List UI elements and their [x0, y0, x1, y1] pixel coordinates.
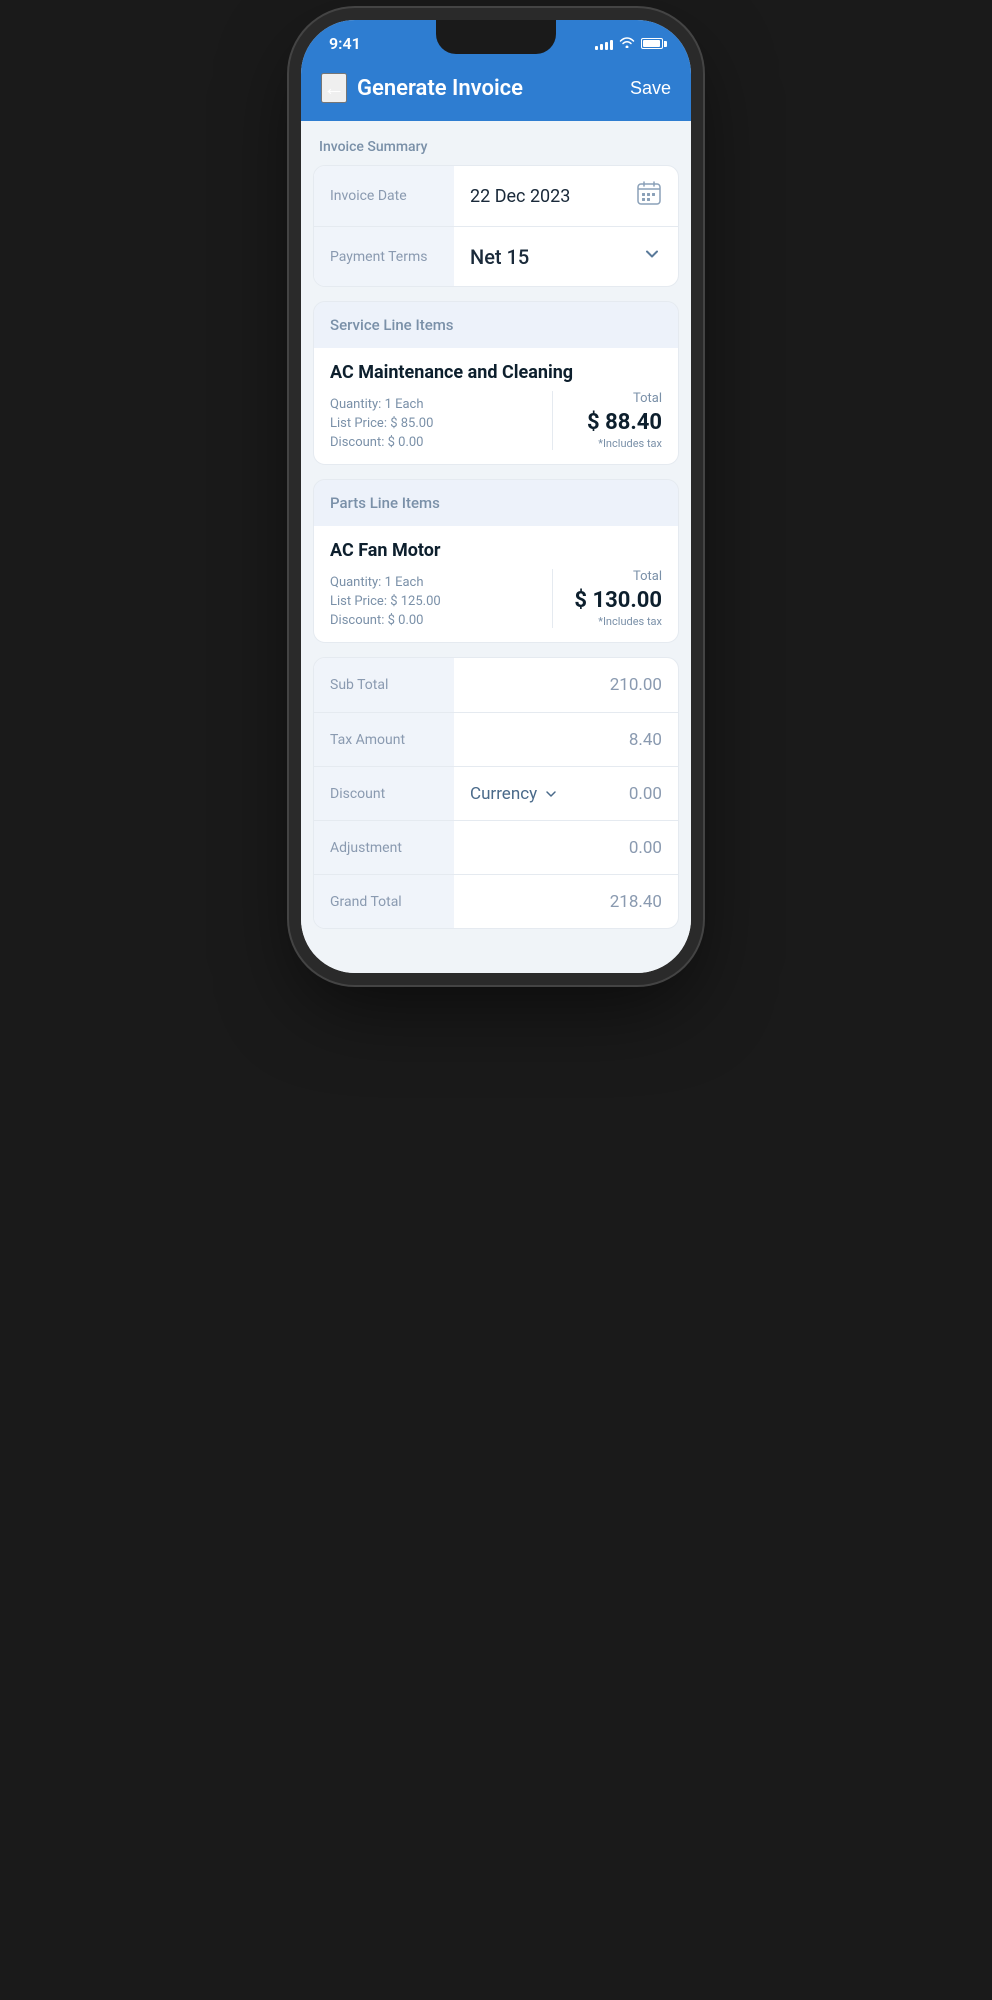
- payment-terms-value-container[interactable]: Net 15: [454, 230, 678, 283]
- currency-dropdown[interactable]: Currency: [470, 784, 559, 804]
- adjustment-row: Adjustment 0.00: [314, 820, 678, 874]
- discount-label: Discount: [314, 767, 454, 820]
- tax-amount-value: 8.40: [454, 716, 678, 764]
- sub-total-label: Sub Total: [314, 658, 454, 712]
- status-icons: [595, 36, 663, 52]
- parts-line-items-header: Parts Line Items: [314, 480, 678, 526]
- parts-item-name: AC Fan Motor: [330, 540, 662, 561]
- signal-bars-icon: [595, 38, 613, 50]
- parts-item-left: Quantity: 1 Each List Price: $ 125.00 Di…: [330, 575, 441, 628]
- service-quantity: Quantity: 1 Each: [330, 397, 433, 412]
- back-button[interactable]: ←: [321, 73, 347, 103]
- invoice-date-value: 22 Dec 2023: [470, 186, 570, 207]
- invoice-date-row: Invoice Date 22 Dec 2023: [314, 166, 678, 226]
- currency-chevron-icon: [543, 786, 559, 802]
- header-left: ← Generate Invoice: [321, 73, 523, 103]
- status-bar: 9:41: [301, 20, 691, 61]
- service-item-total: Total $ 88.40 *Includes tax: [552, 391, 662, 450]
- tax-amount-row: Tax Amount 8.40: [314, 712, 678, 766]
- parts-quantity: Quantity: 1 Each: [330, 575, 441, 590]
- notch: [436, 20, 556, 54]
- totals-card: Sub Total 210.00 Tax Amount 8.40 Discoun…: [313, 657, 679, 929]
- parts-list-price: List Price: $ 125.00: [330, 594, 441, 609]
- parts-tax-note: *Includes tax: [569, 615, 662, 628]
- phone-frame: 9:41 ← Generate Invoice Save: [301, 20, 691, 973]
- parts-total-value: $ 130.00: [569, 588, 662, 613]
- page-title: Generate Invoice: [357, 76, 523, 101]
- grand-total-label: Grand Total: [314, 875, 454, 928]
- invoice-summary-card: Invoice Date 22 Dec 2023: [313, 165, 679, 287]
- parts-total-label: Total: [569, 569, 662, 584]
- service-discount: Discount: $ 0.00: [330, 435, 433, 450]
- calendar-icon[interactable]: [636, 180, 662, 212]
- grand-total-value: 218.40: [454, 878, 678, 926]
- service-item-left: Quantity: 1 Each List Price: $ 85.00 Dis…: [330, 397, 433, 450]
- main-content: Invoice Summary Invoice Date 22 Dec 2023: [301, 121, 691, 973]
- parts-discount: Discount: $ 0.00: [330, 613, 441, 628]
- service-total-label: Total: [569, 391, 662, 406]
- discount-value-container[interactable]: Currency 0.00: [454, 770, 678, 818]
- invoice-date-label: Invoice Date: [314, 166, 454, 226]
- invoice-date-value-container[interactable]: 22 Dec 2023: [454, 166, 678, 226]
- wifi-icon: [619, 36, 635, 52]
- grand-total-row: Grand Total 218.40: [314, 874, 678, 928]
- parts-line-items-section: Parts Line Items AC Fan Motor Quantity: …: [313, 479, 679, 643]
- adjustment-label: Adjustment: [314, 821, 454, 874]
- service-line-items-header: Service Line Items: [314, 302, 678, 348]
- sub-total-value: 210.00: [454, 661, 678, 709]
- battery-icon: [641, 38, 663, 49]
- service-item-name: AC Maintenance and Cleaning: [330, 362, 662, 383]
- parts-line-item-body: AC Fan Motor Quantity: 1 Each List Price…: [314, 526, 678, 642]
- discount-value: 0.00: [629, 784, 662, 804]
- adjustment-value: 0.00: [454, 824, 678, 872]
- service-list-price: List Price: $ 85.00: [330, 416, 433, 431]
- payment-terms-dropdown-icon[interactable]: [642, 244, 662, 269]
- service-line-item-body: AC Maintenance and Cleaning Quantity: 1 …: [314, 348, 678, 464]
- header: ← Generate Invoice Save: [301, 61, 691, 121]
- service-tax-note: *Includes tax: [569, 437, 662, 450]
- tax-amount-label: Tax Amount: [314, 713, 454, 766]
- service-line-items-section: Service Line Items AC Maintenance and Cl…: [313, 301, 679, 465]
- parts-item-total: Total $ 130.00 *Includes tax: [552, 569, 662, 628]
- currency-label: Currency: [470, 784, 537, 804]
- save-button[interactable]: Save: [630, 78, 671, 99]
- payment-terms-label: Payment Terms: [314, 227, 454, 286]
- payment-terms-row: Payment Terms Net 15: [314, 226, 678, 286]
- parts-item-details: Quantity: 1 Each List Price: $ 125.00 Di…: [330, 569, 662, 628]
- service-item-details: Quantity: 1 Each List Price: $ 85.00 Dis…: [330, 391, 662, 450]
- discount-row: Discount Currency 0.00: [314, 766, 678, 820]
- invoice-summary-label: Invoice Summary: [301, 121, 691, 165]
- payment-terms-value: Net 15: [470, 245, 529, 269]
- sub-total-row: Sub Total 210.00: [314, 658, 678, 712]
- status-time: 9:41: [329, 34, 361, 53]
- service-total-value: $ 88.40: [569, 410, 662, 435]
